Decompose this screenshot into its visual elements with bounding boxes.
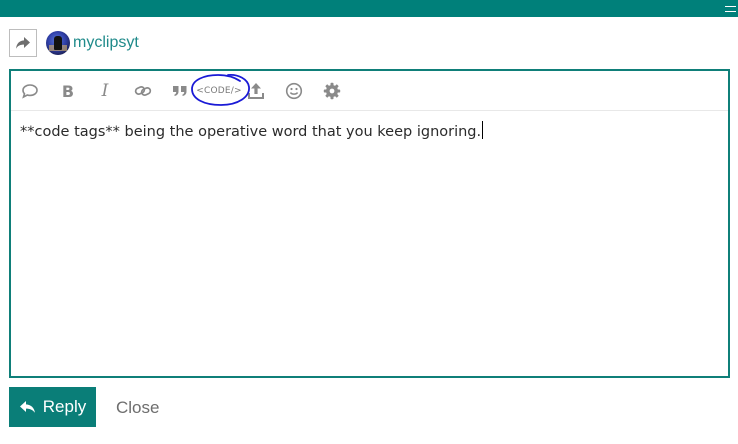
code-button[interactable]: <CODE/> (193, 79, 245, 103)
gear-icon[interactable] (320, 79, 344, 103)
italic-button[interactable]: I (93, 79, 117, 103)
composer-editor: B I <CODE/> **code tags** being the oper… (9, 69, 730, 378)
share-arrow-icon (16, 37, 30, 49)
reply-to-row: myclipsyt (9, 29, 139, 57)
emoji-icon[interactable] (282, 79, 306, 103)
reply-arrow-icon (19, 401, 35, 413)
hamburger-lines-icon[interactable] (725, 6, 736, 12)
editor-toolbar: B I <CODE/> (11, 71, 728, 111)
blockquote-icon[interactable] (168, 79, 192, 103)
upload-icon[interactable] (244, 79, 268, 103)
bold-button[interactable]: B (56, 79, 80, 103)
avatar[interactable] (46, 31, 70, 55)
top-bar: ···················· ·· · (0, 0, 738, 17)
topbar-cut-text: ···················· ·· · (185, 0, 305, 5)
text-caret (482, 121, 484, 139)
quote-bubble-icon[interactable] (18, 79, 42, 103)
reply-button-label: Reply (42, 397, 87, 416)
close-link[interactable]: Close (116, 398, 159, 418)
reply-button[interactable]: Reply (9, 387, 96, 427)
username-link[interactable]: myclipsyt (73, 34, 139, 52)
post-body-text: **code tags** being the operative word t… (20, 124, 482, 140)
post-body-textarea[interactable]: **code tags** being the operative word t… (20, 121, 710, 140)
share-button[interactable] (9, 29, 37, 57)
composer-page: ···················· ·· · myclipsyt B I (0, 0, 738, 444)
link-icon[interactable] (131, 79, 155, 103)
